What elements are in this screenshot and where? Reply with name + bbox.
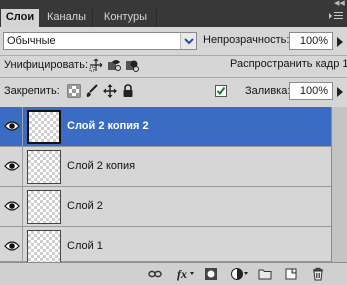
layer-row[interactable]: Слой 2 копия 2 — [0, 107, 331, 147]
new-group-icon[interactable] — [258, 267, 272, 281]
fill-field[interactable]: 100% — [289, 82, 333, 100]
opacity-label: Непрозрачность: — [203, 34, 290, 46]
layer-thumbnail[interactable] — [27, 230, 61, 264]
layer-thumbnail[interactable] — [27, 150, 61, 184]
fx-icon[interactable]: fx — [176, 267, 194, 281]
chevron-down-icon[interactable] — [180, 33, 196, 49]
tab-channels[interactable]: Каналы — [41, 9, 93, 27]
lock-paint-icon[interactable] — [85, 84, 99, 98]
propagate-frame-label: Распространить кадр 1 — [230, 58, 347, 70]
tab-paths[interactable]: Контуры — [95, 9, 157, 27]
unify-style-icon[interactable] — [125, 58, 139, 72]
layer-name[interactable]: Слой 2 копия 2 — [67, 119, 149, 133]
fill-value: 100% — [299, 85, 328, 97]
layer-name[interactable]: Слой 2 копия — [67, 159, 135, 173]
layer-name[interactable]: Слой 2 — [67, 199, 103, 213]
layer-options: Обычные Непрозрачность: 100% Унифицирова… — [0, 27, 347, 107]
lock-transparent-icon[interactable] — [67, 84, 81, 98]
layer-thumbnail[interactable] — [27, 190, 61, 224]
visibility-toggle[interactable] — [0, 107, 23, 146]
tab-layers[interactable]: Слои — [1, 9, 39, 27]
visibility-toggle[interactable] — [0, 187, 23, 226]
layer-name[interactable]: Слой 1 — [67, 239, 103, 253]
link-layers-icon[interactable] — [148, 267, 162, 281]
collapse-panel-icon[interactable]: ◀◀ — [334, 0, 345, 7]
visibility-toggle[interactable] — [0, 227, 23, 262]
unify-visibility-icon[interactable] — [107, 58, 121, 72]
layer-row[interactable]: Слой 1 — [0, 227, 331, 264]
trash-icon[interactable] — [311, 267, 325, 281]
adjustment-layer-icon[interactable] — [230, 267, 248, 281]
panel-tab-bar: ◀◀ Слои Каналы Контуры — [0, 0, 347, 27]
lock-all-icon[interactable] — [121, 84, 135, 98]
eye-icon[interactable] — [4, 120, 20, 132]
new-layer-icon[interactable] — [284, 267, 298, 281]
blend-mode-value: Обычные — [7, 35, 56, 47]
opacity-value: 100% — [299, 35, 328, 47]
layers-list: Слой 2 копия 2 Слой 2 копия Слой 2 Слой … — [0, 107, 347, 264]
visibility-toggle[interactable] — [0, 147, 23, 186]
lock-move-icon[interactable] — [103, 84, 117, 98]
eye-icon[interactable] — [4, 200, 20, 212]
lock-label: Закрепить: — [4, 85, 60, 97]
panel-menu-icon[interactable] — [329, 11, 343, 21]
fill-slider-arrow-icon[interactable] — [336, 86, 345, 98]
scrollbar[interactable] — [331, 107, 347, 262]
panel-footer: fx — [0, 262, 347, 285]
unify-label: Унифицировать: — [4, 59, 89, 71]
opacity-field[interactable]: 100% — [289, 32, 333, 50]
layer-row[interactable]: Слой 2 — [0, 187, 331, 227]
layer-row[interactable]: Слой 2 копия — [0, 147, 331, 187]
blend-mode-select[interactable]: Обычные — [3, 32, 197, 50]
eye-icon[interactable] — [4, 240, 20, 252]
propagate-frame-checkbox[interactable] — [215, 85, 227, 97]
layer-mask-icon[interactable] — [204, 267, 218, 281]
fill-label: Заливка: — [245, 85, 291, 97]
unify-position-icon[interactable] — [89, 58, 103, 72]
layer-thumbnail[interactable] — [27, 110, 61, 144]
eye-icon[interactable] — [4, 160, 20, 172]
opacity-slider-arrow-icon[interactable] — [336, 36, 345, 48]
layers-panel: ◀◀ Слои Каналы Контуры Обычные Непрозрач… — [0, 0, 347, 285]
svg-text:fx: fx — [177, 267, 187, 281]
